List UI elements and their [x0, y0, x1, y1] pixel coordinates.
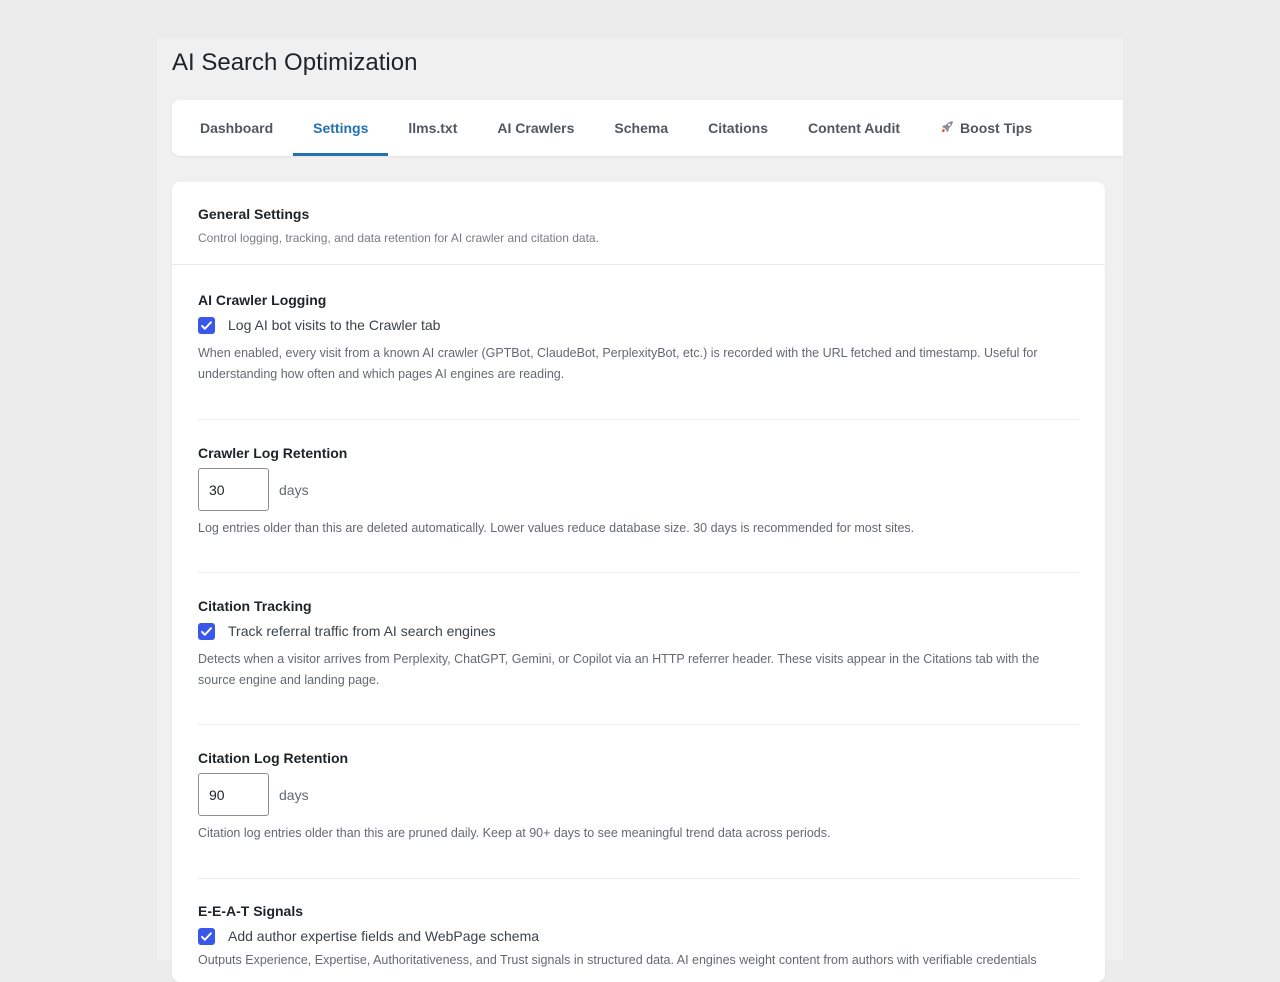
eeat-checkbox[interactable] [198, 927, 215, 945]
setting-description: Detects when a visitor arrives from Perp… [198, 652, 1040, 687]
setting-eeat: E-E-A-T Signals Add author expertise fie… [198, 879, 1079, 982]
tab-label: Citations [708, 120, 769, 136]
crawler-logging-checkbox[interactable] [198, 316, 215, 334]
tab-citations[interactable]: Citations [688, 100, 788, 156]
checkmark-icon [201, 320, 212, 330]
setting-label: AI Crawler Logging [198, 292, 327, 308]
tab-label: llms.txt [408, 120, 458, 136]
tab-bar: Dashboard Settings llms.txt AI Crawlers … [172, 100, 1123, 156]
setting-label: Citation Tracking [198, 598, 312, 614]
tab-label: AI Crawlers [497, 120, 575, 136]
rocket-icon [940, 120, 954, 137]
checkmark-icon [201, 626, 212, 636]
general-settings-card: General Settings Control logging, tracki… [172, 182, 1105, 982]
tab-content-audit[interactable]: Content Audit [788, 100, 920, 156]
setting-crawler-retention: Crawler Log Retention days Log entries o… [198, 420, 1079, 573]
page-title: AI Search Optimization [172, 49, 418, 76]
checkmark-icon [201, 931, 212, 941]
admin-wrap: AI Search Optimization Dashboard Setting… [157, 38, 1123, 982]
citation-retention-input[interactable] [198, 773, 269, 816]
setting-description: When enabled, every visit from a known A… [198, 346, 1038, 381]
card-subtitle: Control logging, tracking, and data rete… [198, 231, 599, 245]
setting-description: Outputs Experience, Expertise, Authorita… [198, 953, 1037, 967]
tab-label: Content Audit [808, 120, 901, 136]
crawler-retention-row: days [198, 468, 1079, 511]
unit-label: days [279, 481, 309, 498]
crawler-retention-input[interactable] [198, 468, 269, 511]
tab-dashboard[interactable]: Dashboard [180, 100, 293, 156]
unit-label: days [279, 786, 309, 803]
setting-label: Citation Log Retention [198, 750, 349, 766]
tab-settings[interactable]: Settings [293, 100, 389, 156]
card-header: General Settings Control logging, tracki… [172, 182, 1105, 265]
setting-description: Citation log entries older than this are… [198, 826, 831, 840]
citation-retention-row: days [198, 773, 1079, 816]
crawler-logging-row: Log AI bot visits to the Crawler tab [198, 315, 1079, 335]
citation-tracking-row: Track referral traffic from AI search en… [198, 621, 1079, 641]
tab-boost-tips[interactable]: Boost Tips [920, 100, 1052, 156]
setting-label: Crawler Log Retention [198, 445, 348, 461]
setting-crawler-logging: AI Crawler Logging Log AI bot visits to … [198, 265, 1079, 420]
eeat-row: Add author expertise fields and WebPage … [198, 926, 1079, 946]
setting-citation-retention: Citation Log Retention days Citation log… [198, 725, 1079, 879]
setting-citation-tracking: Citation Tracking Track referral traffic… [198, 573, 1079, 725]
tab-label: Settings [313, 120, 369, 136]
tab-label: Schema [614, 120, 669, 136]
tab-label: Boost Tips [960, 120, 1033, 136]
checkbox-label[interactable]: Track referral traffic from AI search en… [228, 623, 496, 639]
checkbox-label[interactable]: Log AI bot visits to the Crawler tab [228, 317, 440, 333]
tab-schema[interactable]: Schema [594, 100, 688, 156]
setting-label: E-E-A-T Signals [198, 903, 304, 919]
card-title: General Settings [198, 206, 310, 222]
tab-label: Dashboard [200, 120, 274, 136]
setting-description: Log entries older than this are deleted … [198, 521, 915, 535]
checkbox-label[interactable]: Add author expertise fields and WebPage … [228, 928, 539, 944]
citation-tracking-checkbox[interactable] [198, 622, 215, 640]
tab-ai-crawlers[interactable]: AI Crawlers [477, 100, 594, 156]
tab-llms-txt[interactable]: llms.txt [388, 100, 477, 156]
